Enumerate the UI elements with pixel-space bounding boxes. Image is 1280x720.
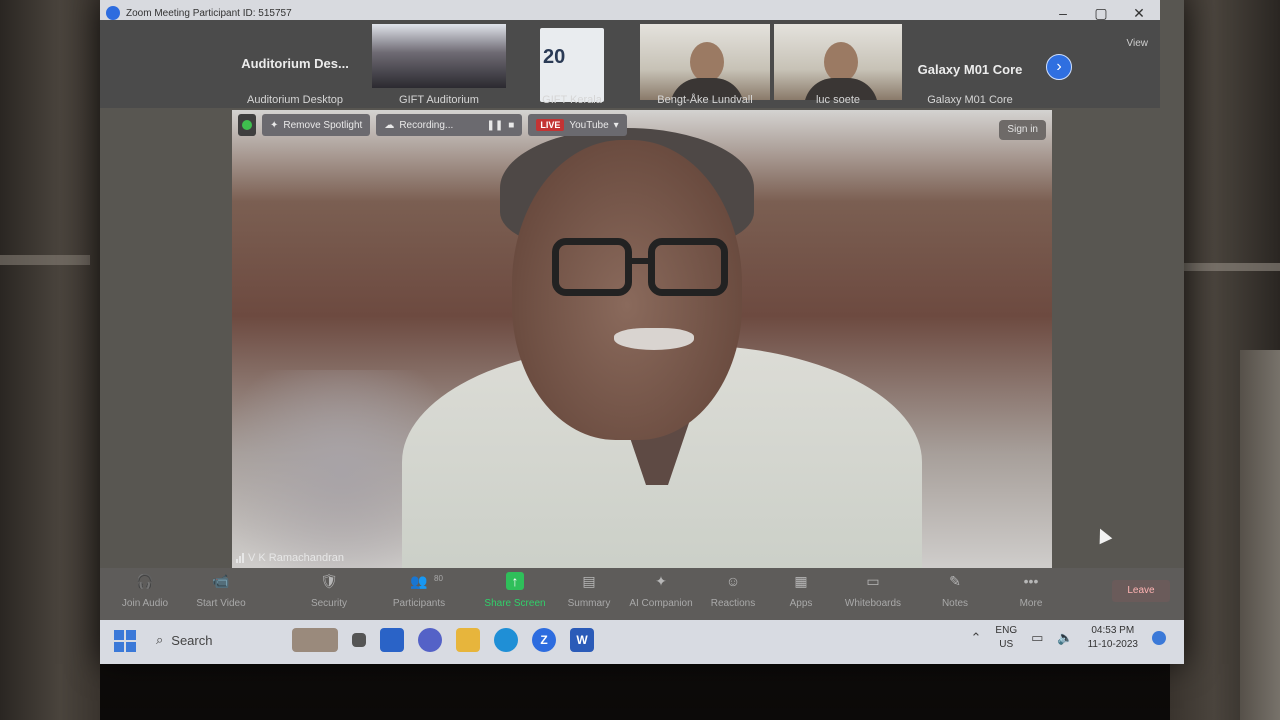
- whiteboard-icon: ▭: [866, 573, 880, 589]
- livestream-indicator[interactable]: LIVE YouTube ▾: [528, 114, 627, 136]
- participant-name: luc soete: [815, 94, 861, 106]
- windows-taskbar: ⌕ Search Z W ⌃ ENG US ▭ 🔈 04:53 PM 11-10…: [100, 620, 1184, 664]
- participant-name: Auditorium Desktop: [247, 94, 343, 106]
- language-indicator[interactable]: ENG US: [995, 624, 1017, 652]
- participant-strip: Auditorium Des... Auditorium Desktop GIF…: [100, 20, 1160, 108]
- security-shield-icon[interactable]: [238, 114, 256, 136]
- apps-grid-icon: ▦: [794, 573, 808, 589]
- participant-name: GIFT Kerala: [542, 94, 602, 106]
- more-button[interactable]: ••• More: [986, 572, 1076, 609]
- region-code: US: [999, 639, 1014, 650]
- control-label: Security: [310, 598, 348, 609]
- live-badge: LIVE: [536, 119, 565, 131]
- poster-thumbnail: 20: [540, 28, 604, 102]
- video-thumbnail: [372, 24, 506, 88]
- stop-recording-icon[interactable]: ■: [508, 120, 514, 131]
- word-app-icon[interactable]: W: [570, 628, 594, 652]
- control-label: Start Video: [196, 598, 246, 609]
- chat-icon[interactable]: [418, 628, 442, 652]
- chevron-down-icon: ▾: [613, 119, 619, 131]
- poster-number: 20: [543, 46, 566, 68]
- sparkle-icon: ✦: [655, 573, 667, 589]
- left-wall: [0, 0, 100, 720]
- main-video: ✦ Remove Spotlight ☁ Recording... ❚❚ ■ L…: [232, 110, 1052, 568]
- video-camera-icon: 📹: [212, 573, 230, 589]
- search-label: Search: [171, 632, 213, 648]
- mouse-cursor-icon: [1093, 525, 1113, 545]
- volume-icon[interactable]: 🔈: [1057, 630, 1073, 646]
- pin-icon: ✦: [270, 119, 279, 131]
- recording-indicator[interactable]: ☁ Recording... ❚❚ ■: [376, 114, 523, 136]
- speaker-glasses: [552, 238, 732, 298]
- recording-label: Recording...: [399, 119, 454, 131]
- projection-screen: Zoom Meeting Participant ID: 515757 – ▢ …: [100, 0, 1184, 664]
- control-label: More: [1019, 598, 1043, 609]
- share-arrow-icon: ↑: [506, 572, 524, 590]
- notification-icon[interactable]: [1152, 631, 1166, 645]
- sign-in-button[interactable]: Sign in: [999, 120, 1046, 140]
- tile-label: Auditorium Des...: [241, 56, 349, 71]
- speaker-name: V K Ramachandran: [248, 552, 344, 564]
- zoom-app-icon[interactable]: Z: [532, 628, 556, 652]
- participant-tile-galaxy-m01-core[interactable]: Galaxy M01 Core Galaxy M01 Core: [910, 24, 1030, 106]
- widget-icon[interactable]: [292, 628, 338, 652]
- video-toolbar: ✦ Remove Spotlight ☁ Recording... ❚❚ ■ L…: [238, 114, 627, 136]
- whiteboards-button[interactable]: ▭ Whiteboards: [828, 572, 918, 609]
- view-label: View: [1126, 38, 1149, 49]
- participants-button[interactable]: 👥 Participants 80: [374, 572, 464, 609]
- participant-tile-bengt-ake-lundvall[interactable]: Bengt-Åke Lundvall: [640, 24, 770, 106]
- taskbar-search[interactable]: ⌕ Search: [156, 632, 212, 648]
- more-dots-icon: •••: [1023, 573, 1039, 589]
- zoom-logo-icon: [106, 6, 120, 20]
- speaker-name-tag: V K Ramachandran: [236, 552, 344, 564]
- participant-tile-gift-auditorium[interactable]: GIFT Auditorium: [372, 24, 506, 106]
- notes-icon: ✎: [949, 573, 961, 589]
- participant-count: 80: [434, 574, 443, 583]
- shield-icon: 🛡: [320, 573, 338, 589]
- view-button[interactable]: View: [1127, 38, 1149, 49]
- youtube-label: YouTube: [569, 119, 609, 131]
- clock-time: 04:53 PM: [1091, 625, 1135, 636]
- smiley-icon: ☺: [725, 573, 741, 589]
- window-title: Zoom Meeting Participant ID: 515757: [126, 7, 292, 19]
- search-icon: ⌕: [156, 632, 164, 647]
- video-thumbnail: [774, 24, 902, 100]
- clock-date: 11-10-2023: [1087, 639, 1138, 650]
- meeting-controls-bar: 🎧 Join Audio 📹 Start Video 🛡 Security 👥 Part…: [100, 568, 1184, 620]
- participant-tile-gift-kerala[interactable]: 20 GIFT Kerala: [520, 24, 624, 106]
- video-thumbnail: [640, 24, 770, 100]
- remove-spotlight-label: Remove Spotlight: [283, 119, 363, 131]
- pause-recording-icon[interactable]: ❚❚: [487, 120, 504, 131]
- chevron-up-icon[interactable]: ⌃: [971, 630, 982, 646]
- summary-icon: ▤: [582, 573, 596, 589]
- participant-name: Bengt-Åke Lundvall: [657, 94, 753, 106]
- remove-spotlight-button[interactable]: ✦ Remove Spotlight: [262, 114, 371, 136]
- tile-label: Galaxy M01 Core: [917, 62, 1023, 77]
- participant-tile-auditorium-desktop[interactable]: Auditorium Des... Auditorium Desktop: [230, 24, 360, 106]
- lang-code: ENG: [995, 625, 1018, 636]
- system-tray: ⌃ ENG US ▭ 🔈 04:53 PM 11-10-2023: [971, 624, 1166, 652]
- participants-icon: 👥: [410, 573, 428, 589]
- cloud-icon: ☁: [384, 119, 395, 131]
- participant-name: GIFT Auditorium: [399, 94, 479, 106]
- right-wall: [1170, 0, 1280, 720]
- task-view-icon[interactable]: [352, 633, 366, 647]
- network-icon[interactable]: ▭: [1031, 630, 1043, 646]
- control-label: Participants: [392, 598, 446, 609]
- start-video-button[interactable]: 📹 Start Video: [176, 572, 266, 609]
- file-explorer-icon[interactable]: [456, 628, 480, 652]
- edge-browser-icon[interactable]: [494, 628, 518, 652]
- participant-tile-luc-soete[interactable]: luc soete: [774, 24, 902, 106]
- chevron-right-icon: ›: [1056, 58, 1062, 75]
- clock[interactable]: 04:53 PM 11-10-2023: [1088, 624, 1138, 652]
- headphones-icon: 🎧: [136, 573, 154, 589]
- security-button[interactable]: 🛡 Security: [284, 572, 374, 609]
- windows-start-icon[interactable]: [114, 630, 136, 652]
- participant-name: Galaxy M01 Core: [927, 94, 1013, 106]
- signal-strength-icon: [236, 553, 244, 563]
- control-label: Whiteboards: [844, 598, 902, 609]
- leave-button[interactable]: Leave: [1112, 580, 1170, 602]
- next-page-button[interactable]: ›: [1046, 54, 1072, 80]
- widgets-panel-icon[interactable]: [380, 628, 404, 652]
